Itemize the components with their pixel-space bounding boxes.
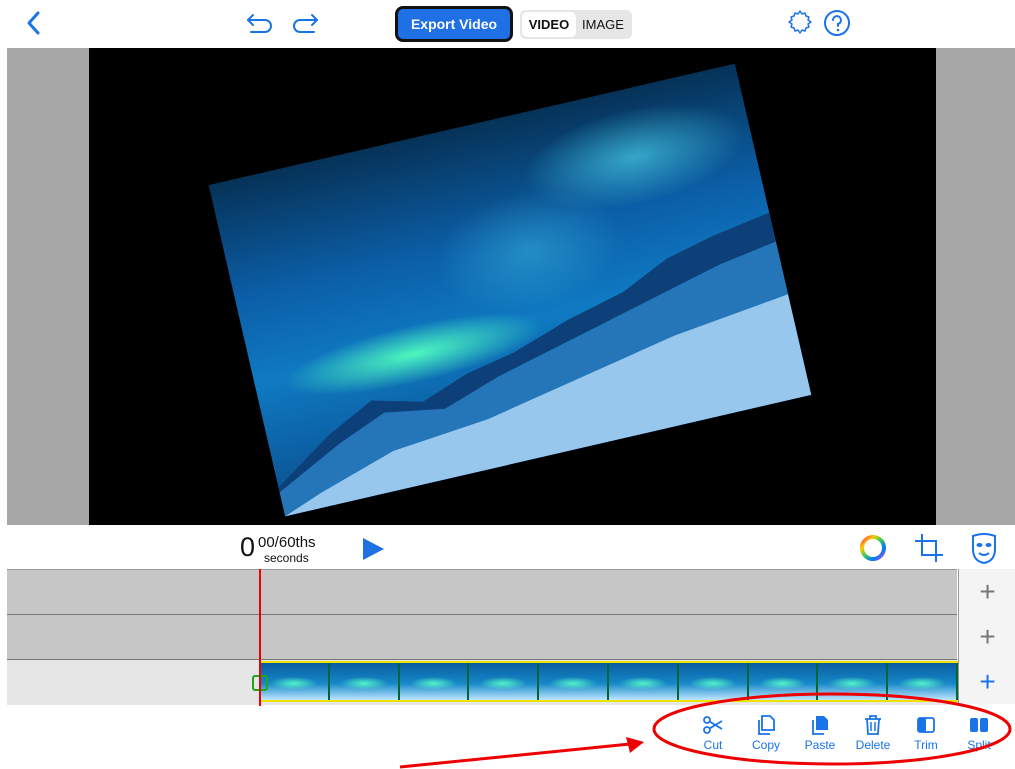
timeline-track-2[interactable] [7, 614, 957, 660]
add-track-1-button[interactable]: + [958, 569, 1015, 614]
mode-segmented-control: VIDEO IMAGE [520, 10, 632, 39]
clip-thumbnail [260, 663, 330, 700]
settings-gear-icon[interactable] [785, 8, 815, 38]
play-icon[interactable] [360, 536, 386, 562]
back-chevron-icon[interactable] [22, 8, 46, 38]
clip-thumbnail [399, 663, 470, 700]
timecode-fraction: 00/60ths [258, 534, 316, 551]
mountain-graphic [278, 212, 812, 517]
mode-video-tab[interactable]: VIDEO [522, 12, 576, 37]
clip-thumbnail [539, 663, 609, 700]
mode-image-tab[interactable]: IMAGE [576, 12, 630, 37]
color-wheel-icon[interactable] [858, 533, 888, 563]
annotation-oval [652, 692, 1012, 766]
playhead[interactable] [259, 569, 261, 706]
timecode-unit: seconds [264, 551, 309, 565]
timecode-seconds: 0 [240, 532, 256, 562]
export-video-button[interactable]: Export Video [395, 6, 513, 42]
video-canvas[interactable] [89, 48, 936, 525]
undo-icon[interactable] [245, 10, 275, 36]
clip-thumbnail [469, 663, 540, 700]
aurora-photo[interactable] [208, 63, 812, 517]
crop-icon[interactable] [912, 531, 946, 565]
redo-icon[interactable] [290, 10, 320, 36]
annotation-arrow-icon [399, 737, 644, 769]
timeline-track-1[interactable] [7, 569, 957, 615]
help-icon[interactable] [822, 8, 852, 38]
clip-thumbnail [329, 663, 400, 700]
mask-icon[interactable] [970, 531, 998, 565]
add-track-2-button[interactable]: + [958, 614, 1015, 659]
